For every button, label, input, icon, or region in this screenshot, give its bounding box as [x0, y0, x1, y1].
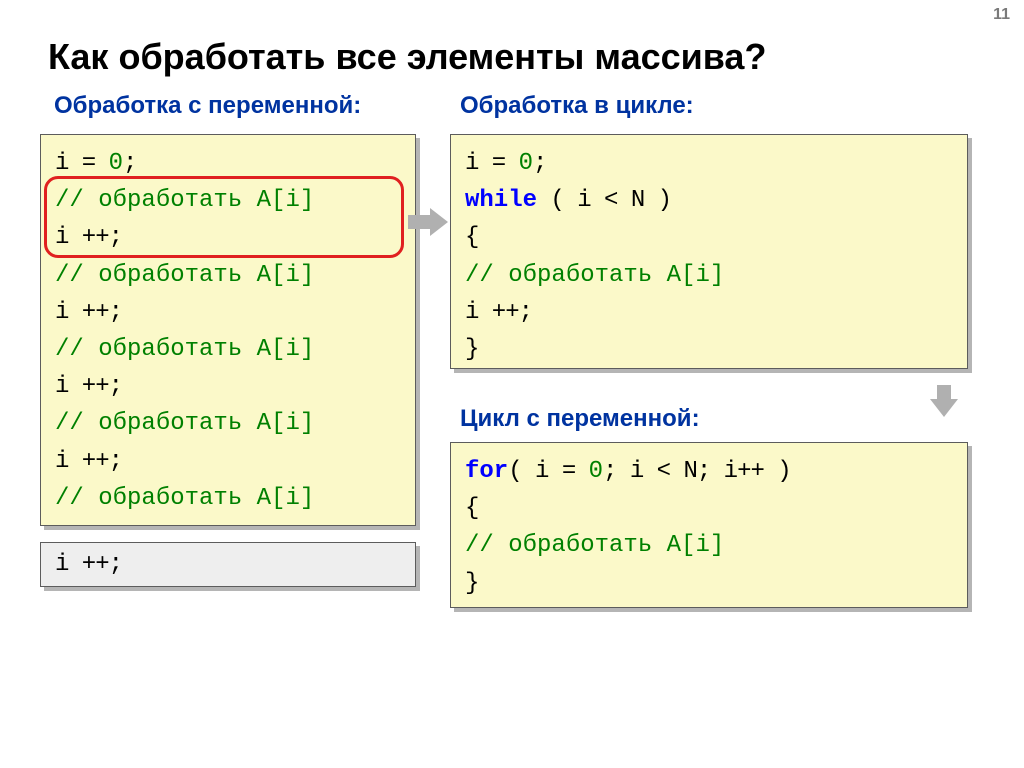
codebox-variable-extra: i ++;: [40, 542, 416, 587]
slide-title: Как обработать все элементы массива?: [48, 36, 766, 78]
page-number: 11: [993, 6, 1010, 24]
codebox-variable: i = 0; // обработать A[i] i ++; // обраб…: [40, 134, 416, 526]
subhead-variable: Обработка с переменной:: [54, 92, 361, 120]
subhead-loop: Обработка в цикле:: [460, 92, 694, 120]
codebox-while: i = 0; while ( i < N ) { // обработать A…: [450, 134, 968, 369]
arrow-right-icon: [408, 208, 448, 236]
arrow-down-icon: [930, 385, 958, 417]
subhead-for: Цикл с переменной:: [460, 405, 700, 433]
codebox-for: for( i = 0; i < N; i++ ) { // обработать…: [450, 442, 968, 608]
